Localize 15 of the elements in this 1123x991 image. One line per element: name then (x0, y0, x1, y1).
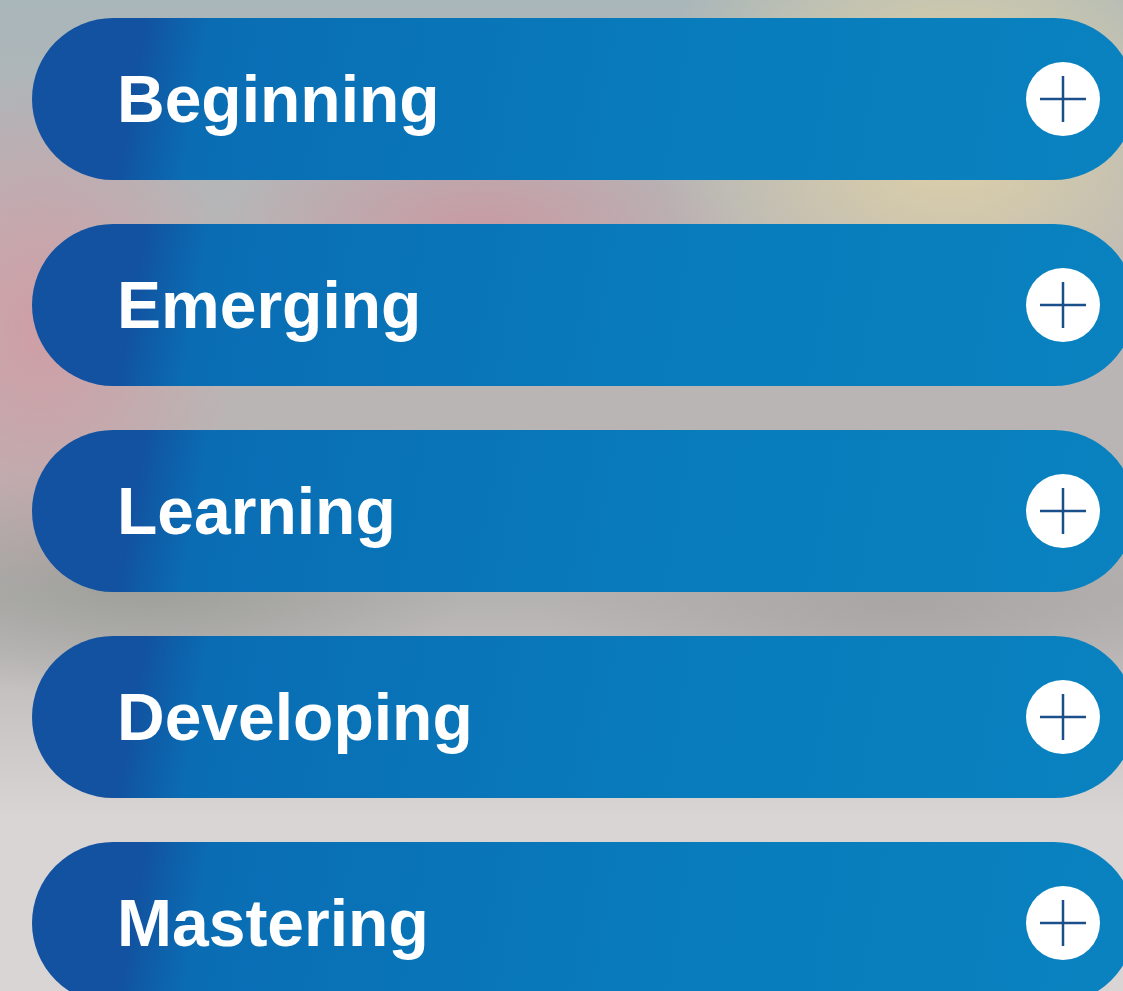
accordion-header[interactable]: Beginning (32, 18, 1123, 180)
section-title: Beginning (117, 61, 441, 137)
plus-icon[interactable] (1026, 268, 1100, 342)
section-title: Learning (117, 473, 397, 549)
plus-icon[interactable] (1026, 62, 1100, 136)
section-title: Developing (117, 679, 474, 755)
section-title: Emerging (117, 267, 423, 343)
accordion-header[interactable]: Developing (32, 636, 1123, 798)
plus-icon[interactable] (1026, 886, 1100, 960)
accordion-header[interactable]: Emerging (32, 224, 1123, 386)
accordion-header[interactable]: Mastering (32, 842, 1123, 991)
accordion-header[interactable]: Learning (32, 430, 1123, 592)
section-title: Mastering (117, 885, 430, 961)
plus-icon[interactable] (1026, 474, 1100, 548)
plus-icon[interactable] (1026, 680, 1100, 754)
